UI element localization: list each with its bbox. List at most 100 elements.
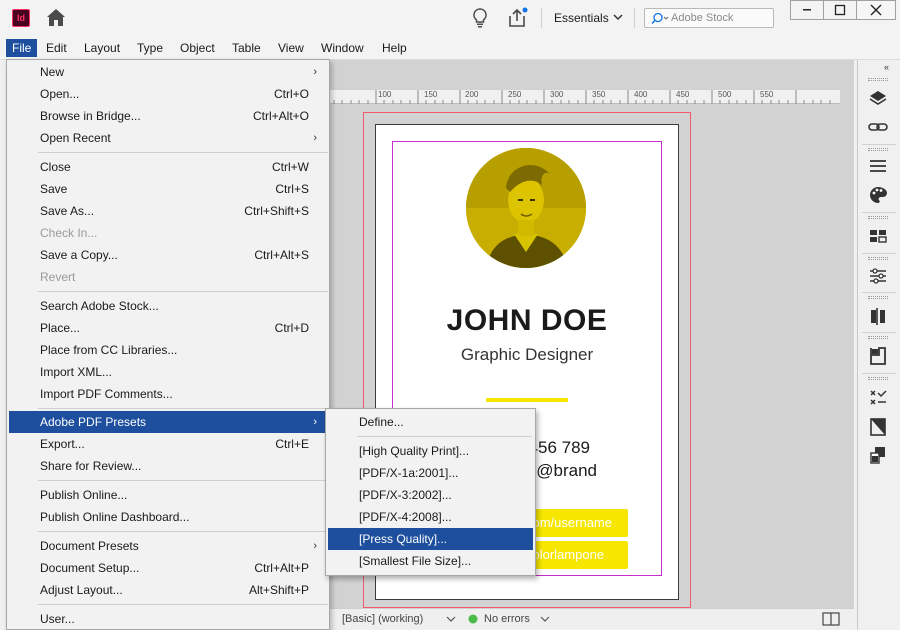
links-icon[interactable] xyxy=(867,116,889,138)
menu-item-close[interactable]: Close Ctrl+W xyxy=(9,156,327,178)
effects-icon[interactable] xyxy=(867,444,889,466)
menu-item-label: Publish Online... xyxy=(40,488,128,502)
panel-divider xyxy=(862,144,896,145)
properties-icon[interactable] xyxy=(867,265,889,287)
menu-item-document-setup[interactable]: Document Setup... Ctrl+Alt+P xyxy=(9,557,327,579)
card-name[interactable]: JOHN DOE xyxy=(392,304,662,338)
menu-layout[interactable]: Layout xyxy=(80,39,124,57)
panel-grip[interactable] xyxy=(868,257,888,260)
menu-item-place-from-cc-libraries[interactable]: Place from CC Libraries... xyxy=(9,339,327,361)
menu-item-save[interactable]: Save Ctrl+S xyxy=(9,178,327,200)
stroke-icon[interactable] xyxy=(867,155,889,177)
menu-item-search-adobe-stock[interactable]: Search Adobe Stock... xyxy=(9,295,327,317)
pages-icon[interactable] xyxy=(867,225,889,247)
swatches-icon[interactable] xyxy=(867,184,889,206)
menu-item-browse-in-bridge[interactable]: Browse in Bridge... Ctrl+Alt+O xyxy=(9,105,327,127)
menu-item-open[interactable]: Open... Ctrl+O xyxy=(9,83,327,105)
menu-help[interactable]: Help xyxy=(378,39,411,57)
minimize-button[interactable] xyxy=(790,0,824,20)
panel-grip[interactable] xyxy=(868,148,888,151)
menu-item-label: Save As... xyxy=(40,204,95,218)
chevron-down-icon[interactable] xyxy=(446,614,456,624)
menu-table[interactable]: Table xyxy=(228,39,265,57)
align-icon[interactable] xyxy=(867,387,889,409)
menu-type[interactable]: Type xyxy=(133,39,167,57)
submenu-item-preset[interactable]: [PDF/X-1a:2001]... xyxy=(328,462,533,484)
menu-item-document-presets[interactable]: Document Presets › xyxy=(9,535,327,557)
share-button[interactable] xyxy=(505,6,529,30)
menu-item-label: Save a Copy... xyxy=(40,248,118,262)
file-menu-dropdown: New › Open... Ctrl+O Browse in Bridge...… xyxy=(6,59,330,630)
menu-item-share-for-review[interactable]: Share for Review... xyxy=(9,455,327,477)
menu-item-open-recent[interactable]: Open Recent › xyxy=(9,127,327,149)
preflight-profile[interactable]: [Basic] (working) xyxy=(342,613,423,625)
search-input[interactable] xyxy=(671,11,771,25)
status-bar: [Basic] (working) No errors xyxy=(330,608,854,630)
home-button[interactable] xyxy=(44,6,68,30)
preflight-status[interactable]: No errors xyxy=(484,613,530,625)
panel-grip[interactable] xyxy=(868,336,888,339)
layers-icon[interactable] xyxy=(867,88,889,110)
menu-item-adobe-pdf-presets[interactable]: Adobe PDF Presets › xyxy=(9,411,327,433)
submenu-item-preset[interactable]: [PDF/X-4:2008]... xyxy=(328,506,533,528)
toolbar-divider xyxy=(634,8,635,28)
menu-view[interactable]: View xyxy=(274,39,308,57)
menu-item-place[interactable]: Place... Ctrl+D xyxy=(9,317,327,339)
menu-separator xyxy=(38,152,328,153)
collapse-panel-icon[interactable]: « xyxy=(884,62,889,72)
menu-item-import-xml[interactable]: Import XML... xyxy=(9,361,327,383)
horizontal-ruler[interactable]: 100 150 200 250 300 350 400 450 500 550 xyxy=(330,90,840,104)
submenu-item-preset[interactable]: [Smallest File Size]... xyxy=(328,550,533,572)
menu-item-user[interactable]: User... xyxy=(9,608,327,630)
menu-separator xyxy=(38,291,328,292)
menu-item-save-as[interactable]: Save As... Ctrl+Shift+S xyxy=(9,200,327,222)
menu-object[interactable]: Object xyxy=(176,39,219,57)
submenu-item-press-quality[interactable]: [Press Quality]... xyxy=(328,528,533,550)
menu-item-shortcut: Ctrl+Shift+S xyxy=(244,204,309,218)
menu-item-new[interactable]: New › xyxy=(9,61,327,83)
maximize-button[interactable] xyxy=(823,0,857,20)
accent-divider[interactable] xyxy=(486,398,568,402)
panel-grip[interactable] xyxy=(868,216,888,219)
text-wrap-icon[interactable] xyxy=(867,345,889,367)
menu-item-label: [Smallest File Size]... xyxy=(359,554,472,568)
close-button[interactable] xyxy=(856,0,896,20)
panel-grip[interactable] xyxy=(868,377,888,380)
profile-photo[interactable] xyxy=(466,148,586,268)
card-role[interactable]: Graphic Designer xyxy=(392,345,662,365)
menu-item-label: Adjust Layout... xyxy=(40,583,123,597)
panel-grip[interactable] xyxy=(868,78,888,81)
submenu-item-define[interactable]: Define... xyxy=(328,411,533,433)
submenu-arrow-icon: › xyxy=(313,416,317,428)
card-social-pill[interactable]: com/username xyxy=(520,509,628,537)
menu-item-publish-online-dashboard[interactable]: Publish Online Dashboard... xyxy=(9,506,327,528)
cc-libraries-icon[interactable] xyxy=(867,305,889,327)
menu-edit[interactable]: Edit xyxy=(42,39,71,57)
pathfinder-icon[interactable] xyxy=(867,416,889,438)
menu-file[interactable]: File xyxy=(6,39,38,57)
chevron-down-icon[interactable] xyxy=(540,614,550,624)
split-view-icon[interactable] xyxy=(822,612,840,626)
panel-divider xyxy=(862,373,896,374)
lightbulb-button[interactable] xyxy=(468,6,492,30)
menu-item-export[interactable]: Export... Ctrl+E xyxy=(9,433,327,455)
menu-item-check-in: Check In... xyxy=(9,222,327,244)
panel-grip[interactable] xyxy=(868,296,888,299)
workspace-switcher[interactable]: Essentials xyxy=(554,11,609,25)
card-social-pill[interactable]: colorlampone xyxy=(520,541,628,569)
menu-item-shortcut: Ctrl+S xyxy=(275,182,309,196)
menu-item-import-pdf-comments[interactable]: Import PDF Comments... xyxy=(9,383,327,405)
menu-window[interactable]: Window xyxy=(317,39,368,57)
adobe-stock-search[interactable] xyxy=(644,8,774,28)
menu-separator xyxy=(38,531,328,532)
chevron-down-icon[interactable] xyxy=(612,11,624,23)
submenu-item-preset[interactable]: [PDF/X-3:2002]... xyxy=(328,484,533,506)
menu-item-publish-online[interactable]: Publish Online... xyxy=(9,484,327,506)
search-icon xyxy=(651,12,669,25)
menu-item-save-a-copy[interactable]: Save a Copy... Ctrl+Alt+S xyxy=(9,244,327,266)
menu-item-label: Close xyxy=(40,160,71,174)
submenu-item-preset[interactable]: [High Quality Print]... xyxy=(328,440,533,462)
menu-item-adjust-layout[interactable]: Adjust Layout... Alt+Shift+P xyxy=(9,579,327,601)
right-panel-dock: « xyxy=(857,60,900,630)
menu-item-label: Place... xyxy=(40,321,81,335)
